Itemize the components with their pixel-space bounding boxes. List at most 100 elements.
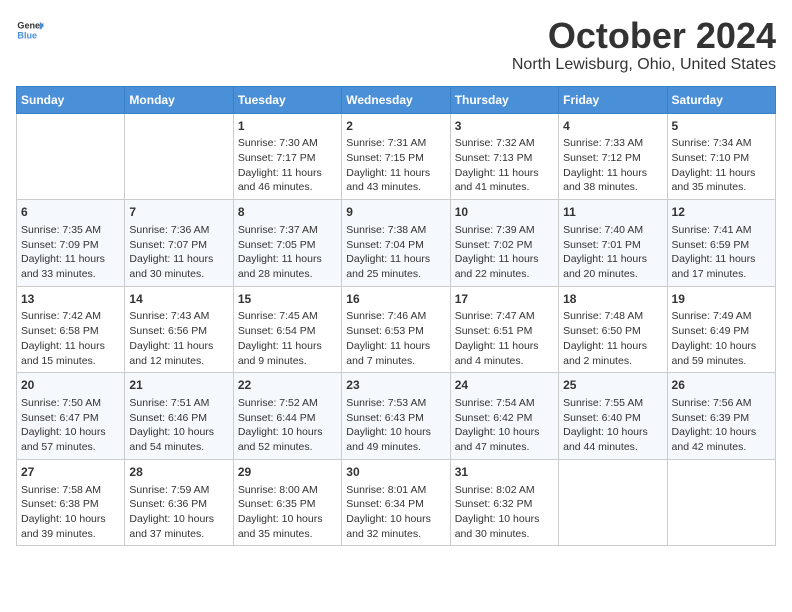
day-number: 12 — [672, 204, 771, 221]
day-info: Sunrise: 7:40 AM Sunset: 7:01 PM Dayligh… — [563, 223, 662, 282]
calendar-week-row: 13Sunrise: 7:42 AM Sunset: 6:58 PM Dayli… — [17, 286, 776, 373]
calendar-cell: 10 Sunrise: 7:39 AM Sunset: 7:02 PM Dayli… — [450, 200, 558, 287]
calendar-cell: 1Sunrise: 7:30 AM Sunset: 7:17 PM Daylig… — [233, 113, 341, 200]
calendar-week-row: 20 Sunrise: 7:50 AM Sunset: 6:47 PM Dayli… — [17, 373, 776, 460]
page-header: General Blue October 2024 North Lewisbur… — [16, 16, 776, 74]
day-number: 5 — [672, 118, 771, 135]
calendar-cell: 21Sunrise: 7:51 AM Sunset: 6:46 PM Dayli… — [125, 373, 233, 460]
calendar-body: 1Sunrise: 7:30 AM Sunset: 7:17 PM Daylig… — [17, 113, 776, 546]
calendar-cell — [125, 113, 233, 200]
calendar-week-row: 6 Sunrise: 7:35 AM Sunset: 7:09 PM Daylig… — [17, 200, 776, 287]
calendar-week-row: 1Sunrise: 7:30 AM Sunset: 7:17 PM Daylig… — [17, 113, 776, 200]
day-info: Sunrise: 7:43 AM Sunset: 6:56 PM Dayligh… — [129, 309, 228, 368]
calendar-cell: 20 Sunrise: 7:50 AM Sunset: 6:47 PM Dayli… — [17, 373, 125, 460]
calendar-cell: 22 Sunrise: 7:52 AM Sunset: 6:44 PM Dayli… — [233, 373, 341, 460]
day-info: Sunrise: 7:47 AM Sunset: 6:51 PM Dayligh… — [455, 309, 554, 368]
day-info: Sunrise: 7:49 AM Sunset: 6:49 PM Dayligh… — [672, 309, 771, 368]
logo: General Blue — [16, 16, 44, 44]
day-info: Sunrise: 7:50 AM Sunset: 6:47 PM Dayligh… — [21, 396, 120, 455]
col-wednesday: Wednesday — [342, 86, 450, 113]
col-sunday: Sunday — [17, 86, 125, 113]
calendar-cell: 13Sunrise: 7:42 AM Sunset: 6:58 PM Dayli… — [17, 286, 125, 373]
calendar-cell: 4Sunrise: 7:33 AM Sunset: 7:12 PM Daylig… — [559, 113, 667, 200]
day-number: 17 — [455, 291, 554, 308]
calendar-cell: 26Sunrise: 7:56 AM Sunset: 6:39 PM Dayli… — [667, 373, 775, 460]
col-tuesday: Tuesday — [233, 86, 341, 113]
day-number: 9 — [346, 204, 445, 221]
calendar-cell — [667, 459, 775, 546]
day-info: Sunrise: 8:02 AM Sunset: 6:32 PM Dayligh… — [455, 483, 554, 542]
calendar-cell: 17Sunrise: 7:47 AM Sunset: 6:51 PM Dayli… — [450, 286, 558, 373]
day-number: 18 — [563, 291, 662, 308]
calendar-cell: 6 Sunrise: 7:35 AM Sunset: 7:09 PM Daylig… — [17, 200, 125, 287]
calendar-cell: 30 Sunrise: 8:01 AM Sunset: 6:34 PM Dayli… — [342, 459, 450, 546]
calendar-subtitle: North Lewisburg, Ohio, United States — [512, 56, 776, 74]
day-info: Sunrise: 7:41 AM Sunset: 6:59 PM Dayligh… — [672, 223, 771, 282]
day-number: 30 — [346, 464, 445, 481]
day-number: 4 — [563, 118, 662, 135]
logo-icon: General Blue — [16, 16, 44, 44]
day-info: Sunrise: 7:48 AM Sunset: 6:50 PM Dayligh… — [563, 309, 662, 368]
day-number: 14 — [129, 291, 228, 308]
day-number: 28 — [129, 464, 228, 481]
day-info: Sunrise: 7:53 AM Sunset: 6:43 PM Dayligh… — [346, 396, 445, 455]
calendar-cell: 2Sunrise: 7:31 AM Sunset: 7:15 PM Daylig… — [342, 113, 450, 200]
calendar-cell: 15Sunrise: 7:45 AM Sunset: 6:54 PM Dayli… — [233, 286, 341, 373]
day-info: Sunrise: 7:35 AM Sunset: 7:09 PM Dayligh… — [21, 223, 120, 282]
day-info: Sunrise: 7:54 AM Sunset: 6:42 PM Dayligh… — [455, 396, 554, 455]
calendar-week-row: 27Sunrise: 7:58 AM Sunset: 6:38 PM Dayli… — [17, 459, 776, 546]
day-number: 16 — [346, 291, 445, 308]
header-row: Sunday Monday Tuesday Wednesday Thursday… — [17, 86, 776, 113]
day-number: 3 — [455, 118, 554, 135]
day-info: Sunrise: 8:01 AM Sunset: 6:34 PM Dayligh… — [346, 483, 445, 542]
calendar-cell: 9Sunrise: 7:38 AM Sunset: 7:04 PM Daylig… — [342, 200, 450, 287]
calendar-table: Sunday Monday Tuesday Wednesday Thursday… — [16, 86, 776, 547]
day-number: 24 — [455, 377, 554, 394]
day-info: Sunrise: 7:31 AM Sunset: 7:15 PM Dayligh… — [346, 136, 445, 195]
day-info: Sunrise: 7:34 AM Sunset: 7:10 PM Dayligh… — [672, 136, 771, 195]
title-section: October 2024 North Lewisburg, Ohio, Unit… — [512, 16, 776, 74]
day-info: Sunrise: 7:52 AM Sunset: 6:44 PM Dayligh… — [238, 396, 337, 455]
calendar-header: Sunday Monday Tuesday Wednesday Thursday… — [17, 86, 776, 113]
day-number: 8 — [238, 204, 337, 221]
calendar-cell: 3Sunrise: 7:32 AM Sunset: 7:13 PM Daylig… — [450, 113, 558, 200]
day-info: Sunrise: 7:46 AM Sunset: 6:53 PM Dayligh… — [346, 309, 445, 368]
day-info: Sunrise: 7:58 AM Sunset: 6:38 PM Dayligh… — [21, 483, 120, 542]
day-number: 29 — [238, 464, 337, 481]
calendar-cell: 28 Sunrise: 7:59 AM Sunset: 6:36 PM Dayli… — [125, 459, 233, 546]
calendar-cell: 23 Sunrise: 7:53 AM Sunset: 6:43 PM Dayli… — [342, 373, 450, 460]
day-info: Sunrise: 7:45 AM Sunset: 6:54 PM Dayligh… — [238, 309, 337, 368]
day-number: 6 — [21, 204, 120, 221]
calendar-cell: 19Sunrise: 7:49 AM Sunset: 6:49 PM Dayli… — [667, 286, 775, 373]
day-number: 2 — [346, 118, 445, 135]
day-number: 31 — [455, 464, 554, 481]
day-number: 23 — [346, 377, 445, 394]
col-thursday: Thursday — [450, 86, 558, 113]
day-info: Sunrise: 7:30 AM Sunset: 7:17 PM Dayligh… — [238, 136, 337, 195]
day-info: Sunrise: 7:55 AM Sunset: 6:40 PM Dayligh… — [563, 396, 662, 455]
day-number: 15 — [238, 291, 337, 308]
calendar-cell: 18Sunrise: 7:48 AM Sunset: 6:50 PM Dayli… — [559, 286, 667, 373]
calendar-cell: 24 Sunrise: 7:54 AM Sunset: 6:42 PM Dayli… — [450, 373, 558, 460]
day-info: Sunrise: 8:00 AM Sunset: 6:35 PM Dayligh… — [238, 483, 337, 542]
calendar-cell: 8 Sunrise: 7:37 AM Sunset: 7:05 PM Daylig… — [233, 200, 341, 287]
day-number: 10 — [455, 204, 554, 221]
day-number: 11 — [563, 204, 662, 221]
day-info: Sunrise: 7:59 AM Sunset: 6:36 PM Dayligh… — [129, 483, 228, 542]
day-info: Sunrise: 7:39 AM Sunset: 7:02 PM Dayligh… — [455, 223, 554, 282]
calendar-cell: 27Sunrise: 7:58 AM Sunset: 6:38 PM Dayli… — [17, 459, 125, 546]
day-number: 22 — [238, 377, 337, 394]
svg-text:Blue: Blue — [17, 30, 37, 40]
day-number: 26 — [672, 377, 771, 394]
col-friday: Friday — [559, 86, 667, 113]
col-saturday: Saturday — [667, 86, 775, 113]
day-number: 20 — [21, 377, 120, 394]
calendar-cell: 14Sunrise: 7:43 AM Sunset: 6:56 PM Dayli… — [125, 286, 233, 373]
calendar-cell: 11 Sunrise: 7:40 AM Sunset: 7:01 PM Dayli… — [559, 200, 667, 287]
calendar-cell: 5Sunrise: 7:34 AM Sunset: 7:10 PM Daylig… — [667, 113, 775, 200]
day-number: 21 — [129, 377, 228, 394]
day-info: Sunrise: 7:37 AM Sunset: 7:05 PM Dayligh… — [238, 223, 337, 282]
day-number: 19 — [672, 291, 771, 308]
calendar-cell — [559, 459, 667, 546]
day-info: Sunrise: 7:36 AM Sunset: 7:07 PM Dayligh… — [129, 223, 228, 282]
